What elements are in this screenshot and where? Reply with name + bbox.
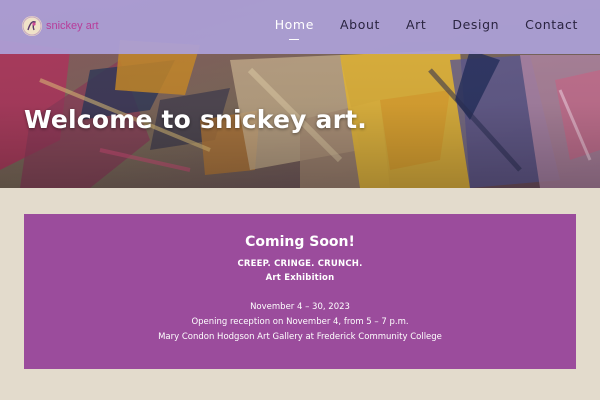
main-nav: Home About Art Design Contact xyxy=(274,17,578,40)
nav-item-label: About xyxy=(340,17,380,32)
opening-reception: Opening reception on November 4, from 5 … xyxy=(191,317,409,327)
nav-item-label: Art xyxy=(405,17,427,32)
active-indicator xyxy=(289,39,300,40)
nav-item-design[interactable]: Design xyxy=(452,17,499,32)
nav-item-art[interactable]: Art xyxy=(406,17,426,32)
nav-item-contact[interactable]: Contact xyxy=(525,17,578,32)
snickey-logo-icon xyxy=(22,16,42,36)
nav-item-label: Design xyxy=(452,17,500,32)
page: Welcome to snickey art. snickey art Home… xyxy=(0,0,600,400)
exhibition-title: CREEP. CRINGE. CRUNCH. xyxy=(237,259,363,269)
announcement-panel: Coming Soon! CREEP. CRINGE. CRUNCH. Art … xyxy=(24,214,576,369)
hero-title: Welcome to snickey art. xyxy=(24,105,367,134)
nav-item-label: Home xyxy=(274,17,315,32)
exhibition-type: Art Exhibition xyxy=(265,273,335,283)
logo-text: snickey art xyxy=(46,20,99,32)
site-header: snickey art Home About Art Design Contac… xyxy=(0,0,600,54)
nav-item-home[interactable]: Home xyxy=(274,17,315,40)
site-logo[interactable]: snickey art xyxy=(22,14,99,38)
exhibition-dates: November 4 – 30, 2023 xyxy=(250,302,350,312)
announcement-heading: Coming Soon! xyxy=(245,234,355,250)
nav-item-about[interactable]: About xyxy=(340,17,380,32)
exhibition-venue: Mary Condon Hodgson Art Gallery at Frede… xyxy=(158,332,442,342)
nav-item-label: Contact xyxy=(525,17,578,32)
